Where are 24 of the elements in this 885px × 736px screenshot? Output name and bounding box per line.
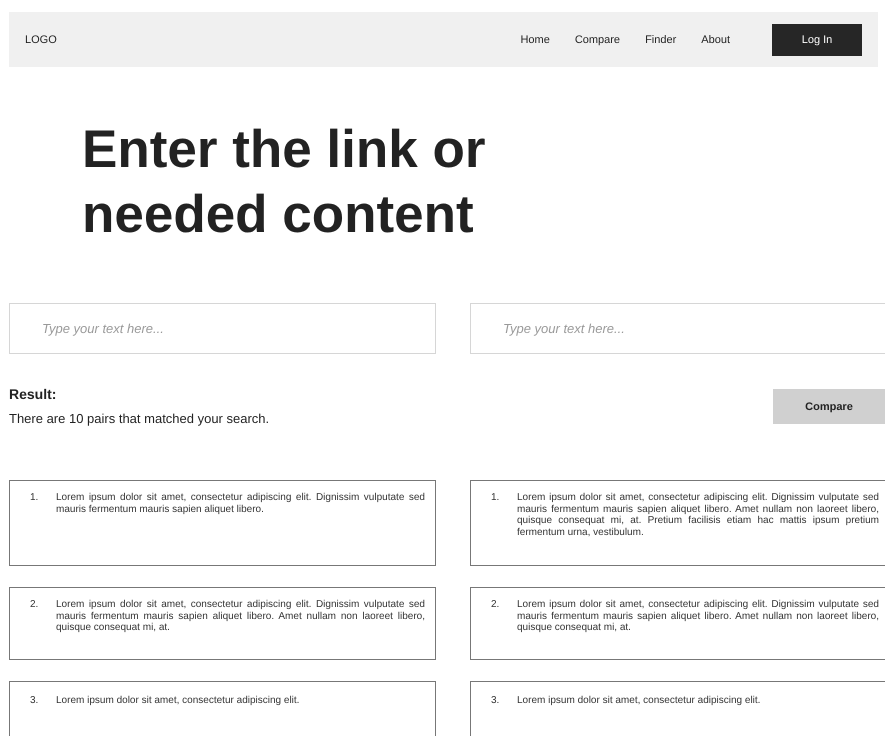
item-number: 1. [491,492,500,505]
nav-link[interactable]: Compare [574,34,620,46]
logo[interactable]: LOGO [25,34,520,46]
text-input[interactable]: Type your text here... [470,303,885,354]
compare-button[interactable]: Compare [773,389,885,424]
item-number: 2. [491,599,500,612]
login-button[interactable]: Log In [772,24,862,56]
item-number: 3. [491,695,500,708]
item-text: Lorem ipsum dolor sit amet, consectetur adipiscing elit. [517,695,760,708]
item-text: Lorem ipsum dolor sit amet, consectetur adipiscing elit. Dignissim vulputate sed mauris fermentum mauris sapien aliquet libero. Amet nullam non laoreet libero, quisque consequat mi, at. Pretium facilisis etiam hac mattis ipsum pretium fermentum urna, vestibulum. [517,492,879,540]
item-text: Lorem ipsum dolor sit amet, consectetur adipiscing elit. Dignissim vulputate sed mauris fermentum mauris sapien aliquet libero. [56,492,425,516]
nav-link[interactable]: Finder [645,34,676,46]
item-number: 1. [30,492,40,505]
result-summary: There are 10 pairs that matched your search. [9,411,270,426]
item-number: 3. [30,695,40,708]
nav-link[interactable]: About [701,34,730,46]
page-heading: Enter the link or needed content [82,119,486,246]
text-input[interactable]: Type your text here... [9,303,436,354]
item-number: 2. [30,599,40,612]
item-text: Lorem ipsum dolor sit amet, consectetur adipiscing elit. [56,695,300,708]
result-title: Result: [9,386,58,402]
item-text: Lorem ipsum dolor sit amet, consectetur adipiscing elit. Dignissim vulputate sed mauris fermentum mauris sapien aliquet libero. Amet nullam non laoreet libero, quisque consequat mi, at. [517,599,879,635]
item-text: Lorem ipsum dolor sit amet, consectetur adipiscing elit. Dignissim vulputate sed mauris fermentum mauris sapien aliquet libero. Amet nullam non laoreet libero, quisque consequat mi, at. [56,599,425,635]
nav-link[interactable]: Home [520,34,550,46]
